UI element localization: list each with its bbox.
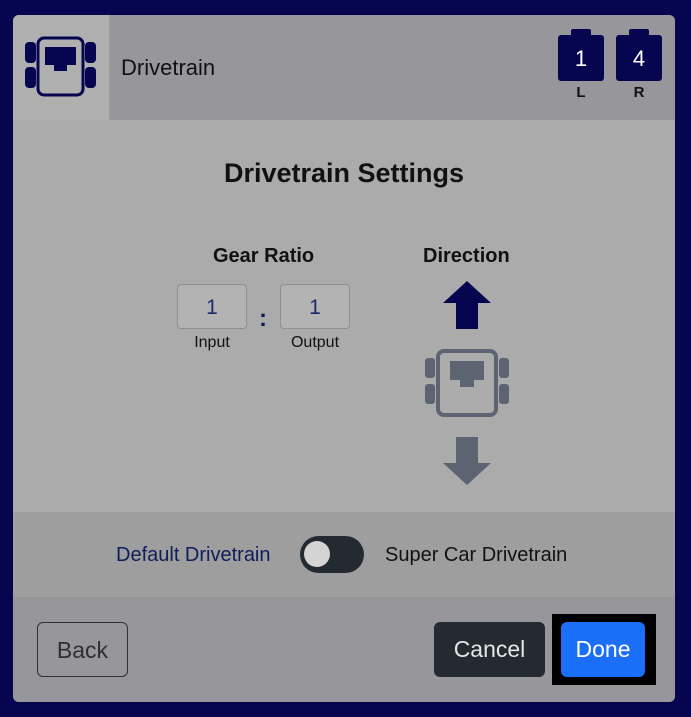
port-right-number: 4 xyxy=(616,29,662,81)
port-left-number: 1 xyxy=(558,29,604,81)
direction-forward-arrow-icon[interactable] xyxy=(442,280,492,330)
gear-input-field[interactable]: 1 xyxy=(177,284,247,329)
direction-reverse-arrow-icon[interactable] xyxy=(442,436,492,486)
gear-output-label: Output xyxy=(290,334,340,351)
drivetrain-mode-toggle[interactable] xyxy=(300,536,364,573)
robot-top-view-icon xyxy=(425,349,509,417)
cancel-button[interactable]: Cancel xyxy=(434,622,545,677)
default-drivetrain-label[interactable]: Default Drivetrain xyxy=(116,544,271,567)
port-right-label: R xyxy=(633,84,645,101)
direction-label: Direction xyxy=(423,245,510,267)
header-title: Drivetrain xyxy=(121,55,216,80)
gear-ratio-label: Gear Ratio xyxy=(213,245,315,267)
port-left-label: L xyxy=(576,84,586,101)
super-car-drivetrain-label[interactable]: Super Car Drivetrain xyxy=(385,544,567,567)
done-button[interactable]: Done xyxy=(561,622,645,677)
gear-output-field[interactable]: 1 xyxy=(280,284,350,329)
drivetrain-dialog: Drivetrain 1 L 4 R Drivetrain Settings G… xyxy=(13,15,675,702)
drivetrain-icon xyxy=(25,36,96,97)
settings-title: Drivetrain Settings xyxy=(223,158,465,188)
drivetrain-icon-box xyxy=(13,15,109,120)
dialog-header: Drivetrain 1 L 4 R xyxy=(13,15,675,120)
ratio-separator: : xyxy=(259,305,267,332)
toggle-knob xyxy=(304,541,330,567)
gear-input-label: Input xyxy=(194,334,230,351)
back-button[interactable]: Back xyxy=(37,622,128,677)
